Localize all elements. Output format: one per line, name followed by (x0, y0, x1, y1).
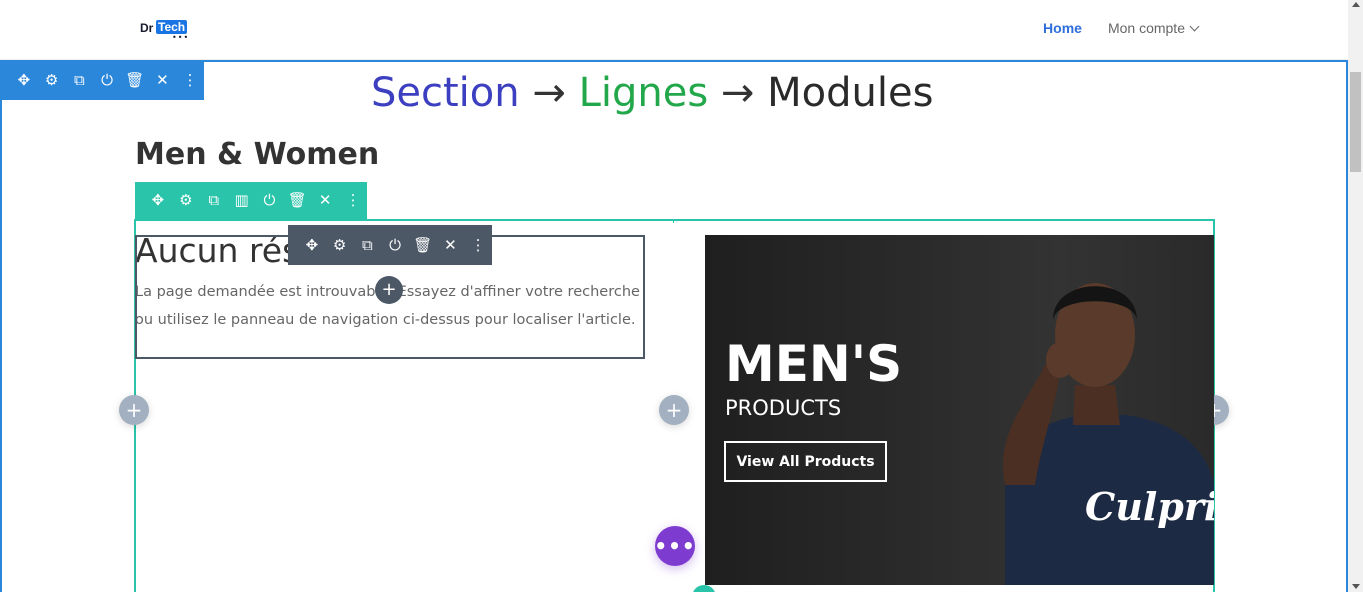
promo-title: MEN'S (725, 335, 903, 393)
logo-dots: ••• (172, 33, 190, 42)
add-column-middle-button[interactable]: + (659, 395, 689, 425)
more-icon[interactable]: ⋮ (176, 60, 204, 100)
scrollbar-thumb[interactable] (1350, 72, 1361, 172)
section-heading: Men & Women (135, 137, 380, 172)
move-icon[interactable]: ✥ (298, 225, 326, 265)
chevron-down-icon (1189, 21, 1200, 31)
move-icon[interactable]: ✥ (144, 182, 172, 219)
columns-icon[interactable]: ▥ (228, 182, 256, 219)
row-toolbar: ✥ ⚙ ⧉ ▥ ⏻ 🗑 ✕ ⋮ (135, 182, 367, 219)
close-icon[interactable]: ✕ (437, 225, 465, 265)
nav-account-label: Mon compte (1107, 20, 1185, 36)
nav-home-link[interactable]: Home (1043, 20, 1082, 36)
power-icon[interactable]: ⏻ (93, 60, 121, 100)
site-header: Dr Tech ••• Home Mon compte (0, 0, 1348, 60)
arrow-icon: → (532, 70, 566, 116)
settings-icon[interactable]: ⚙ (38, 60, 66, 100)
section-toolbar: ✥ ⚙ ⧉ ⏻ 🗑 ✕ ⋮ (0, 60, 204, 100)
logo-text-tech: Tech (156, 20, 188, 34)
page: Dr Tech ••• Home Mon compte ✥ ⚙ ⧉ ⏻ 🗑 ✕ … (0, 0, 1363, 592)
settings-icon[interactable]: ⚙ (326, 225, 354, 265)
column-divider (673, 219, 674, 223)
duplicate-icon[interactable]: ⧉ (353, 225, 381, 265)
annotation-lignes: Lignes (578, 70, 709, 116)
close-icon[interactable]: ✕ (311, 182, 339, 219)
power-icon[interactable]: ⏻ (256, 182, 284, 219)
add-column-left-button[interactable]: + (119, 395, 149, 425)
duplicate-icon[interactable]: ⧉ (200, 182, 228, 219)
annotation-modules: Modules (767, 70, 934, 116)
mens-promo-banner[interactable]: Culprit MEN'S PRODUCTS View All Products (705, 235, 1214, 585)
scroll-down-icon[interactable] (1352, 584, 1360, 589)
nav-account-menu[interactable]: Mon compte (1107, 20, 1200, 36)
more-icon[interactable]: ⋮ (464, 225, 492, 265)
arrow-icon: → (720, 70, 755, 116)
add-module-button[interactable]: + (375, 276, 403, 304)
scroll-up-icon[interactable] (1352, 2, 1360, 7)
logo-text-dr: Dr (140, 21, 154, 35)
close-icon[interactable]: ✕ (149, 60, 177, 100)
module-toolbar: ✥ ⚙ ⧉ ⏻ 🗑 ✕ ⋮ (288, 225, 492, 265)
trash-icon[interactable]: 🗑 (283, 182, 311, 219)
promo-subtitle: PRODUCTS (725, 396, 842, 420)
trash-icon[interactable]: 🗑 (121, 60, 149, 100)
duplicate-icon[interactable]: ⧉ (65, 60, 93, 100)
view-all-products-button[interactable]: View All Products (724, 441, 887, 482)
shirt-logo: Culprit (1085, 484, 1214, 529)
trash-icon[interactable]: 🗑 (409, 225, 437, 265)
model-photo: Culprit (1003, 283, 1214, 585)
main-nav: Home Mon compte (1043, 20, 1200, 36)
annotation-section: Section (371, 70, 520, 116)
hierarchy-annotation: Section → Lignes → Modules (371, 70, 933, 116)
page-settings-button[interactable]: ••• (654, 526, 695, 566)
site-logo[interactable]: Dr Tech ••• (140, 19, 190, 42)
scrollbar[interactable] (1348, 0, 1363, 592)
move-icon[interactable]: ✥ (10, 60, 38, 100)
settings-icon[interactable]: ⚙ (172, 182, 200, 219)
power-icon[interactable]: ⏻ (381, 225, 409, 265)
more-icon[interactable]: ⋮ (339, 182, 367, 219)
